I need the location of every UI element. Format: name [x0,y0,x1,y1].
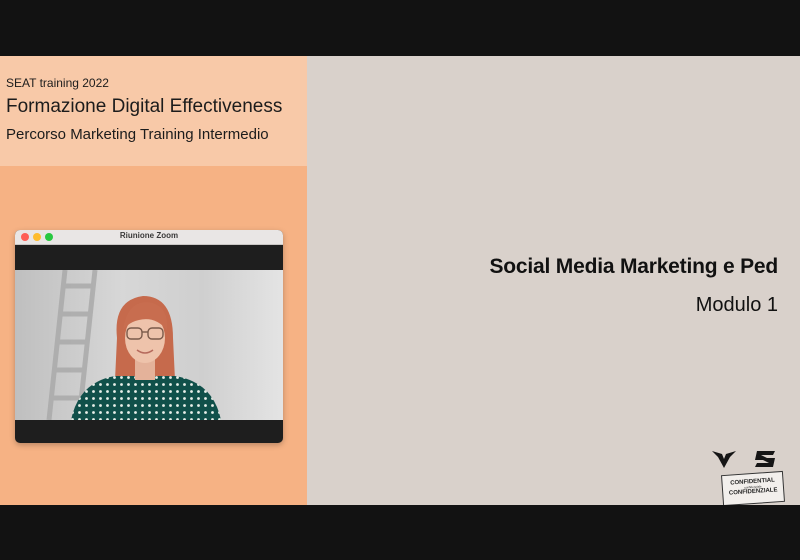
letterbox-top [0,0,800,56]
course-title: Formazione Digital Effectiveness [6,96,283,117]
program-label: SEAT training 2022 [6,76,109,90]
seat-logo-icon [755,451,775,467]
participant-person [71,296,221,420]
header-band: SEAT training 2022 Formazione Digital Ef… [0,56,307,166]
zoom-meeting-window[interactable]: Riunione Zoom [15,230,283,443]
zoom-titlebar[interactable]: Riunione Zoom [15,230,283,245]
slide-title: Social Media Marketing e Ped [489,255,779,278]
module-label: Modulo 1 [695,294,778,316]
confidential-stamp: CONFIDENTIAL confidenziale CONFIDENZIALE [720,470,786,507]
cupra-logo-icon [712,451,736,468]
zoom-window-title: Riunione Zoom [119,231,179,240]
left-panel: SEAT training 2022 Formazione Digital Ef… [0,56,307,505]
presentation-slide: SEAT training 2022 Formazione Digital Ef… [0,56,800,507]
participant-video [15,270,283,420]
letterbox-bottom [0,505,800,560]
course-path: Percorso Marketing Training Intermedio [6,126,269,143]
